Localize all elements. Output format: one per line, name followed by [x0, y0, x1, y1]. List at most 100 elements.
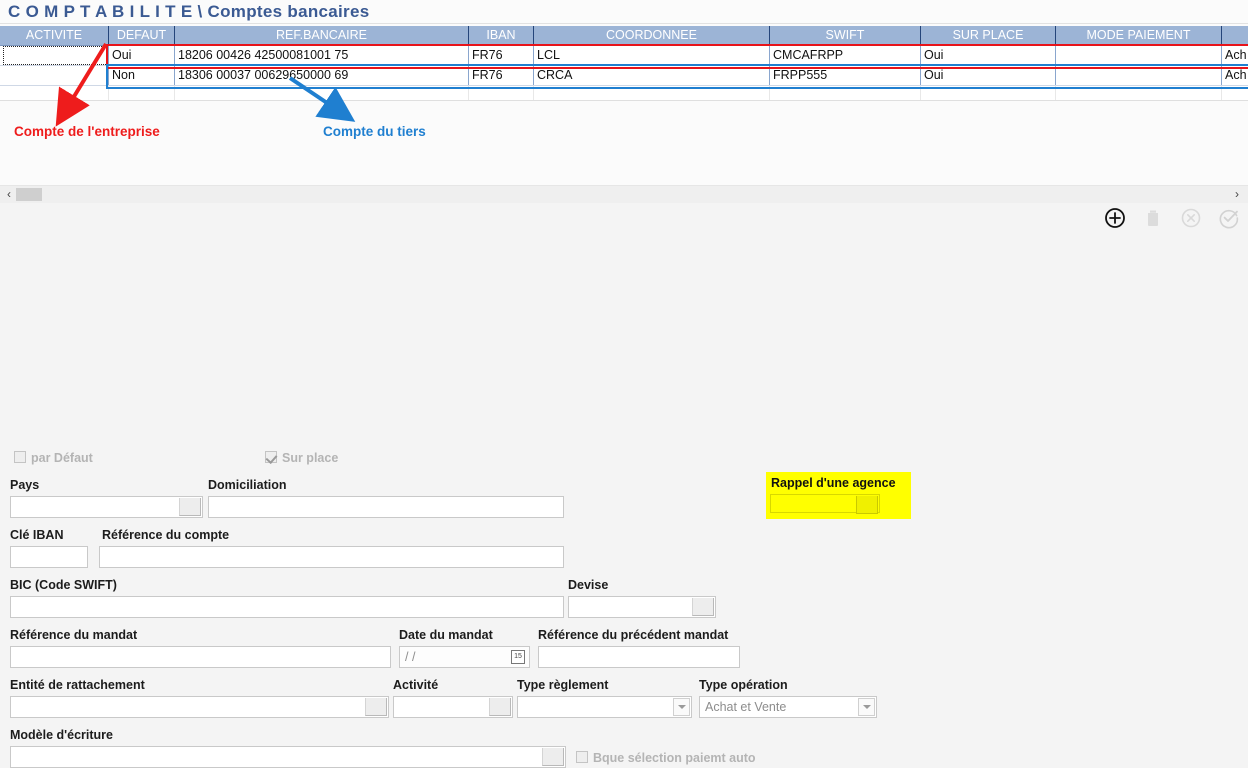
value-date-mandat: / / — [405, 650, 415, 664]
label-date-mandat: Date du mandat — [399, 628, 493, 642]
field-devise[interactable] — [568, 596, 716, 618]
table-row[interactable]: Non 18306 00037 00629650000 69 FR76 CRCA… — [0, 66, 1248, 86]
cell-mode-paiement[interactable] — [1056, 46, 1222, 66]
column-header-mode-paiement[interactable]: MODE PAIEMENT — [1056, 26, 1222, 46]
column-header-sur-place[interactable]: SUR PLACE — [921, 26, 1056, 46]
cell-type-operation[interactable]: Ach — [1222, 66, 1248, 86]
activite-lookup-icon[interactable] — [489, 698, 511, 716]
label-pays: Pays — [10, 478, 39, 492]
table-row[interactable]: Oui 18206 00426 42500081001 75 FR76 LCL … — [0, 46, 1248, 66]
cell-iban[interactable]: FR76 — [469, 66, 534, 86]
column-header-activite[interactable]: ACTIVITE — [0, 26, 109, 46]
cell-ref-bancaire[interactable]: 18206 00426 42500081001 75 — [175, 46, 469, 66]
scroll-right-arrow-icon[interactable]: › — [1230, 186, 1244, 203]
dropdown-type-operation[interactable]: Achat et Vente — [699, 696, 877, 718]
label-bque-selection-paiemt-auto: Bque sélection paiemt auto — [593, 751, 756, 765]
table-header-row: ACTIVITE DEFAUT REF.BANCAIRE IBAN COORDO… — [0, 26, 1248, 46]
field-rappel-agence[interactable] — [770, 494, 880, 513]
dropdown-type-reglement[interactable] — [517, 696, 692, 718]
type-operation-chevron-down-icon[interactable] — [858, 698, 875, 716]
checkbox-bque-selection-paiemt-auto[interactable] — [576, 751, 588, 763]
field-bic[interactable] — [10, 596, 564, 618]
validate-icon — [1218, 207, 1240, 229]
entite-lookup-icon[interactable] — [365, 698, 387, 716]
column-header-ref-bancaire[interactable]: REF.BANCAIRE — [175, 26, 469, 46]
bank-accounts-grid: ACTIVITE DEFAUT REF.BANCAIRE IBAN COORDO… — [0, 26, 1248, 101]
label-rappel-agence: Rappel d'une agence — [771, 476, 896, 490]
cell-coordonnee[interactable]: LCL — [534, 46, 770, 66]
cell-iban[interactable]: FR76 — [469, 46, 534, 66]
devise-lookup-icon[interactable] — [692, 598, 714, 616]
delete-icon — [1142, 207, 1164, 229]
column-header-defaut[interactable]: DEFAUT — [109, 26, 175, 46]
field-reference-compte[interactable] — [99, 546, 564, 568]
scrollbar-thumb[interactable] — [16, 188, 42, 201]
cancel-icon — [1180, 207, 1202, 229]
label-bic: BIC (Code SWIFT) — [10, 578, 117, 592]
horizontal-scrollbar[interactable]: ‹ › — [0, 185, 1248, 203]
column-header-coordonnee[interactable]: COORDONNEE — [534, 26, 770, 46]
cell-empty[interactable] — [770, 86, 921, 101]
field-entite-rattachement[interactable] — [10, 696, 389, 718]
label-reference-mandat: Référence du mandat — [10, 628, 137, 642]
cell-coordonnee[interactable]: CRCA — [534, 66, 770, 86]
cell-ref-bancaire[interactable]: 18306 00037 00629650000 69 — [175, 66, 469, 86]
pays-lookup-icon[interactable] — [179, 498, 201, 516]
label-cle-iban: Clé IBAN — [10, 528, 63, 542]
bank-accounts-table: ACTIVITE DEFAUT REF.BANCAIRE IBAN COORDO… — [0, 26, 1248, 101]
label-type-reglement: Type règlement — [517, 678, 608, 692]
field-domiciliation[interactable] — [208, 496, 564, 518]
window-titlebar: C O M P T A B I L I T E \ Comptes bancai… — [0, 0, 1248, 26]
checkbox-sur-place[interactable] — [265, 451, 277, 463]
cell-sur-place[interactable]: Oui — [921, 66, 1056, 86]
cell-type-operation[interactable]: Ach — [1222, 46, 1248, 66]
column-header-iban[interactable]: IBAN — [469, 26, 534, 46]
rappel-agence-lookup-icon[interactable] — [856, 496, 878, 514]
label-domiciliation: Domiciliation — [208, 478, 286, 492]
cell-mode-paiement[interactable] — [1056, 66, 1222, 86]
cell-empty[interactable] — [175, 86, 469, 101]
cell-defaut[interactable]: Oui — [109, 46, 175, 66]
cell-activite[interactable] — [0, 46, 109, 66]
cell-activite[interactable] — [0, 66, 109, 86]
cell-empty[interactable] — [534, 86, 770, 101]
cell-focus-indicator — [3, 46, 108, 65]
cell-empty[interactable] — [109, 86, 175, 101]
label-modele-ecriture: Modèle d'écriture — [10, 728, 113, 742]
column-header-swift[interactable]: SWIFT — [770, 26, 921, 46]
cell-defaut[interactable]: Non — [109, 66, 175, 86]
field-reference-mandat[interactable] — [10, 646, 391, 668]
bank-account-detail-form: par Défaut Sur place Pays Domiciliation … — [0, 239, 1248, 570]
cell-empty[interactable] — [921, 86, 1056, 101]
cell-empty[interactable] — [469, 86, 534, 101]
title-divider — [0, 23, 1248, 24]
label-sur-place: Sur place — [282, 451, 338, 465]
add-icon[interactable] — [1104, 207, 1126, 229]
field-cle-iban[interactable] — [10, 546, 88, 568]
column-header-type-operation[interactable] — [1222, 26, 1248, 46]
cell-sur-place[interactable]: Oui — [921, 46, 1056, 66]
label-entite-rattachement: Entité de rattachement — [10, 678, 145, 692]
modele-ecriture-lookup-icon[interactable] — [542, 748, 564, 766]
label-activite: Activité — [393, 678, 438, 692]
annotation-spacer — [0, 101, 1248, 185]
cell-empty[interactable] — [0, 86, 109, 101]
scroll-left-arrow-icon[interactable]: ‹ — [2, 186, 16, 203]
label-devise: Devise — [568, 578, 608, 592]
type-reglement-chevron-down-icon[interactable] — [673, 698, 690, 716]
field-activite[interactable] — [393, 696, 513, 718]
field-pays[interactable] — [10, 496, 203, 518]
page-title: C O M P T A B I L I T E \ Comptes bancai… — [8, 2, 369, 22]
highlight-rappel-agence: Rappel d'une agence — [766, 472, 911, 519]
value-type-operation: Achat et Vente — [705, 700, 786, 714]
field-reference-precedent-mandat[interactable] — [538, 646, 740, 668]
table-row-empty[interactable] — [0, 86, 1248, 101]
cell-empty[interactable] — [1222, 86, 1248, 101]
cell-swift[interactable]: CMCAFRPP — [770, 46, 921, 66]
cell-empty[interactable] — [1056, 86, 1222, 101]
field-modele-ecriture[interactable] — [10, 746, 566, 768]
calendar-icon[interactable]: 15 — [511, 650, 525, 664]
field-date-mandat[interactable]: / / 15 — [399, 646, 530, 668]
checkbox-par-defaut[interactable] — [14, 451, 26, 463]
cell-swift[interactable]: FRPP555 — [770, 66, 921, 86]
